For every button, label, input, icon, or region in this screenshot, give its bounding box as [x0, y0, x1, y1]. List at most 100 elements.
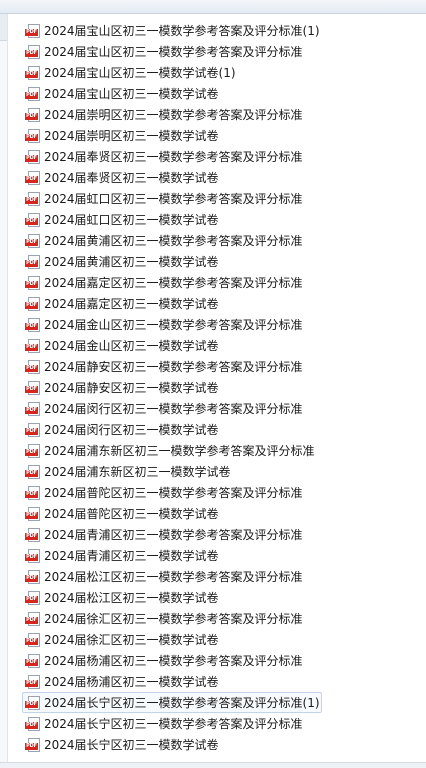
file-item[interactable]: PDF 2024届金山区初三一模数学参考答案及评分标准 — [22, 314, 322, 335]
pdf-file-icon: PDF — [25, 654, 41, 669]
file-item[interactable]: PDF 2024届普陀区初三一模数学试卷 — [22, 503, 322, 524]
file-name: 2024届松江区初三一模数学参考答案及评分标准 — [44, 570, 303, 584]
file-name: 2024届金山区初三一模数学试卷 — [44, 339, 219, 353]
pdf-file-icon: PDF — [25, 486, 41, 501]
file-name: 2024届杨浦区初三一模数学试卷 — [44, 675, 219, 689]
file-item[interactable]: PDF 2024届奉贤区初三一模数学参考答案及评分标准 — [22, 146, 322, 167]
bottom-edge — [0, 762, 426, 768]
file-name: 2024届长宁区初三一模数学试卷 — [44, 738, 219, 752]
pdf-file-icon: PDF — [25, 738, 41, 753]
file-name: 2024届金山区初三一模数学参考答案及评分标准 — [44, 318, 303, 332]
file-item[interactable]: PDF 2024届嘉定区初三一模数学试卷 — [22, 293, 322, 314]
file-name: 2024届嘉定区初三一模数学试卷 — [44, 297, 219, 311]
pdf-file-icon: PDF — [25, 633, 41, 648]
file-item[interactable]: PDF 2024届徐汇区初三一模数学试卷 — [22, 629, 322, 650]
file-item[interactable]: PDF 2024届闵行区初三一模数学参考答案及评分标准 — [22, 398, 322, 419]
file-item[interactable]: PDF 2024届徐汇区初三一模数学参考答案及评分标准 — [22, 608, 322, 629]
file-item[interactable]: PDF 2024届长宁区初三一模数学参考答案及评分标准(1) — [22, 692, 322, 713]
file-item[interactable]: PDF 2024届杨浦区初三一模数学参考答案及评分标准 — [22, 650, 322, 671]
file-item[interactable]: PDF 2024届虹口区初三一模数学参考答案及评分标准 — [22, 188, 322, 209]
file-name: 2024届徐汇区初三一模数学参考答案及评分标准 — [44, 612, 303, 626]
navigation-pane[interactable] — [0, 14, 8, 762]
file-item[interactable]: PDF 2024届闵行区初三一模数学试卷 — [22, 419, 322, 440]
file-name: 2024届宝山区初三一模数学参考答案及评分标准 — [44, 45, 303, 59]
pdf-file-icon: PDF — [25, 528, 41, 543]
file-item[interactable]: PDF 2024届静安区初三一模数学参考答案及评分标准 — [22, 356, 322, 377]
pdf-file-icon: PDF — [25, 696, 41, 711]
pdf-file-icon: PDF — [25, 171, 41, 186]
pdf-file-icon: PDF — [25, 108, 41, 123]
file-name: 2024届虹口区初三一模数学参考答案及评分标准 — [44, 192, 303, 206]
file-item[interactable]: PDF 2024届长宁区初三一模数学参考答案及评分标准 — [22, 713, 322, 734]
file-name: 2024届杨浦区初三一模数学参考答案及评分标准 — [44, 654, 303, 668]
pdf-file-icon: PDF — [25, 381, 41, 396]
file-item[interactable]: PDF 2024届虹口区初三一模数学试卷 — [22, 209, 322, 230]
pdf-file-icon: PDF — [25, 507, 41, 522]
pdf-file-icon: PDF — [25, 612, 41, 627]
file-item[interactable]: PDF 2024届宝山区初三一模数学参考答案及评分标准(1) — [22, 20, 322, 41]
file-name: 2024届宝山区初三一模数学参考答案及评分标准(1) — [44, 24, 320, 38]
file-name: 2024届虹口区初三一模数学试卷 — [44, 213, 219, 227]
pdf-file-icon: PDF — [25, 24, 41, 39]
file-item[interactable]: PDF 2024届宝山区初三一模数学参考答案及评分标准 — [22, 41, 322, 62]
file-name: 2024届长宁区初三一模数学参考答案及评分标准(1) — [44, 696, 320, 710]
file-item[interactable]: PDF 2024届青浦区初三一模数学试卷 — [22, 545, 322, 566]
file-item[interactable]: PDF 2024届崇明区初三一模数学试卷 — [22, 125, 322, 146]
file-name: 2024届徐汇区初三一模数学试卷 — [44, 633, 219, 647]
file-name: 2024届青浦区初三一模数学参考答案及评分标准 — [44, 528, 303, 542]
file-item[interactable]: PDF 2024届黄浦区初三一模数学试卷 — [22, 251, 322, 272]
pdf-file-icon: PDF — [25, 192, 41, 207]
pdf-file-icon: PDF — [25, 444, 41, 459]
pdf-file-icon: PDF — [25, 465, 41, 480]
pdf-file-icon: PDF — [25, 402, 41, 417]
file-item[interactable]: PDF 2024届静安区初三一模数学试卷 — [22, 377, 322, 398]
file-item[interactable]: PDF 2024届浦东新区初三一模数学参考答案及评分标准 — [22, 440, 322, 461]
pdf-file-icon: PDF — [25, 234, 41, 249]
file-item[interactable]: PDF 2024届黄浦区初三一模数学参考答案及评分标准 — [22, 230, 322, 251]
file-name: 2024届崇明区初三一模数学参考答案及评分标准 — [44, 108, 303, 122]
pdf-file-icon: PDF — [25, 570, 41, 585]
pdf-file-icon: PDF — [25, 45, 41, 60]
pdf-file-icon: PDF — [25, 276, 41, 291]
file-item[interactable]: PDF 2024届长宁区初三一模数学试卷 — [22, 734, 322, 755]
file-name: 2024届青浦区初三一模数学试卷 — [44, 549, 219, 563]
pdf-file-icon: PDF — [25, 87, 41, 102]
file-list: PDF 2024届宝山区初三一模数学参考答案及评分标准(1) PDF 2024届宝山区… — [22, 20, 322, 755]
pdf-file-icon: PDF — [25, 129, 41, 144]
navigation-pane-splitter[interactable] — [0, 14, 7, 41]
file-name: 2024届崇明区初三一模数学试卷 — [44, 129, 219, 143]
file-name: 2024届奉贤区初三一模数学参考答案及评分标准 — [44, 150, 303, 164]
file-item[interactable]: PDF 2024届青浦区初三一模数学参考答案及评分标准 — [22, 524, 322, 545]
file-name: 2024届宝山区初三一模数学试卷(1) — [44, 66, 236, 80]
file-name: 2024届静安区初三一模数学试卷 — [44, 381, 219, 395]
file-name: 2024届宝山区初三一模数学试卷 — [44, 87, 219, 101]
file-item[interactable]: PDF 2024届松江区初三一模数学试卷 — [22, 587, 322, 608]
file-item[interactable]: PDF 2024届金山区初三一模数学试卷 — [22, 335, 322, 356]
pdf-file-icon: PDF — [25, 675, 41, 690]
file-item[interactable]: PDF 2024届浦东新区初三一模数学试卷 — [22, 461, 322, 482]
file-item[interactable]: PDF 2024届宝山区初三一模数学试卷(1) — [22, 62, 322, 83]
pdf-file-icon: PDF — [25, 297, 41, 312]
pdf-file-icon: PDF — [25, 150, 41, 165]
file-item[interactable]: PDF 2024届奉贤区初三一模数学试卷 — [22, 167, 322, 188]
file-item[interactable]: PDF 2024届松江区初三一模数学参考答案及评分标准 — [22, 566, 322, 587]
pdf-file-icon: PDF — [25, 549, 41, 564]
pdf-file-icon: PDF — [25, 255, 41, 270]
file-name: 2024届静安区初三一模数学参考答案及评分标准 — [44, 360, 303, 374]
file-item[interactable]: PDF 2024届嘉定区初三一模数学参考答案及评分标准 — [22, 272, 322, 293]
file-name: 2024届黄浦区初三一模数学试卷 — [44, 255, 219, 269]
pdf-file-icon: PDF — [25, 213, 41, 228]
pdf-file-icon: PDF — [25, 339, 41, 354]
pdf-file-icon: PDF — [25, 66, 41, 81]
file-name: 2024届闵行区初三一模数学参考答案及评分标准 — [44, 402, 303, 416]
file-name: 2024届黄浦区初三一模数学参考答案及评分标准 — [44, 234, 303, 248]
file-item[interactable]: PDF 2024届宝山区初三一模数学试卷 — [22, 83, 322, 104]
file-item[interactable]: PDF 2024届崇明区初三一模数学参考答案及评分标准 — [22, 104, 322, 125]
file-name: 2024届普陀区初三一模数学参考答案及评分标准 — [44, 486, 303, 500]
file-name: 2024届浦东新区初三一模数学参考答案及评分标准 — [44, 444, 315, 458]
file-item[interactable]: PDF 2024届杨浦区初三一模数学试卷 — [22, 671, 322, 692]
explorer-header-bar — [0, 0, 426, 14]
file-name: 2024届嘉定区初三一模数学参考答案及评分标准 — [44, 276, 303, 290]
file-name: 2024届长宁区初三一模数学参考答案及评分标准 — [44, 717, 303, 731]
file-item[interactable]: PDF 2024届普陀区初三一模数学参考答案及评分标准 — [22, 482, 322, 503]
